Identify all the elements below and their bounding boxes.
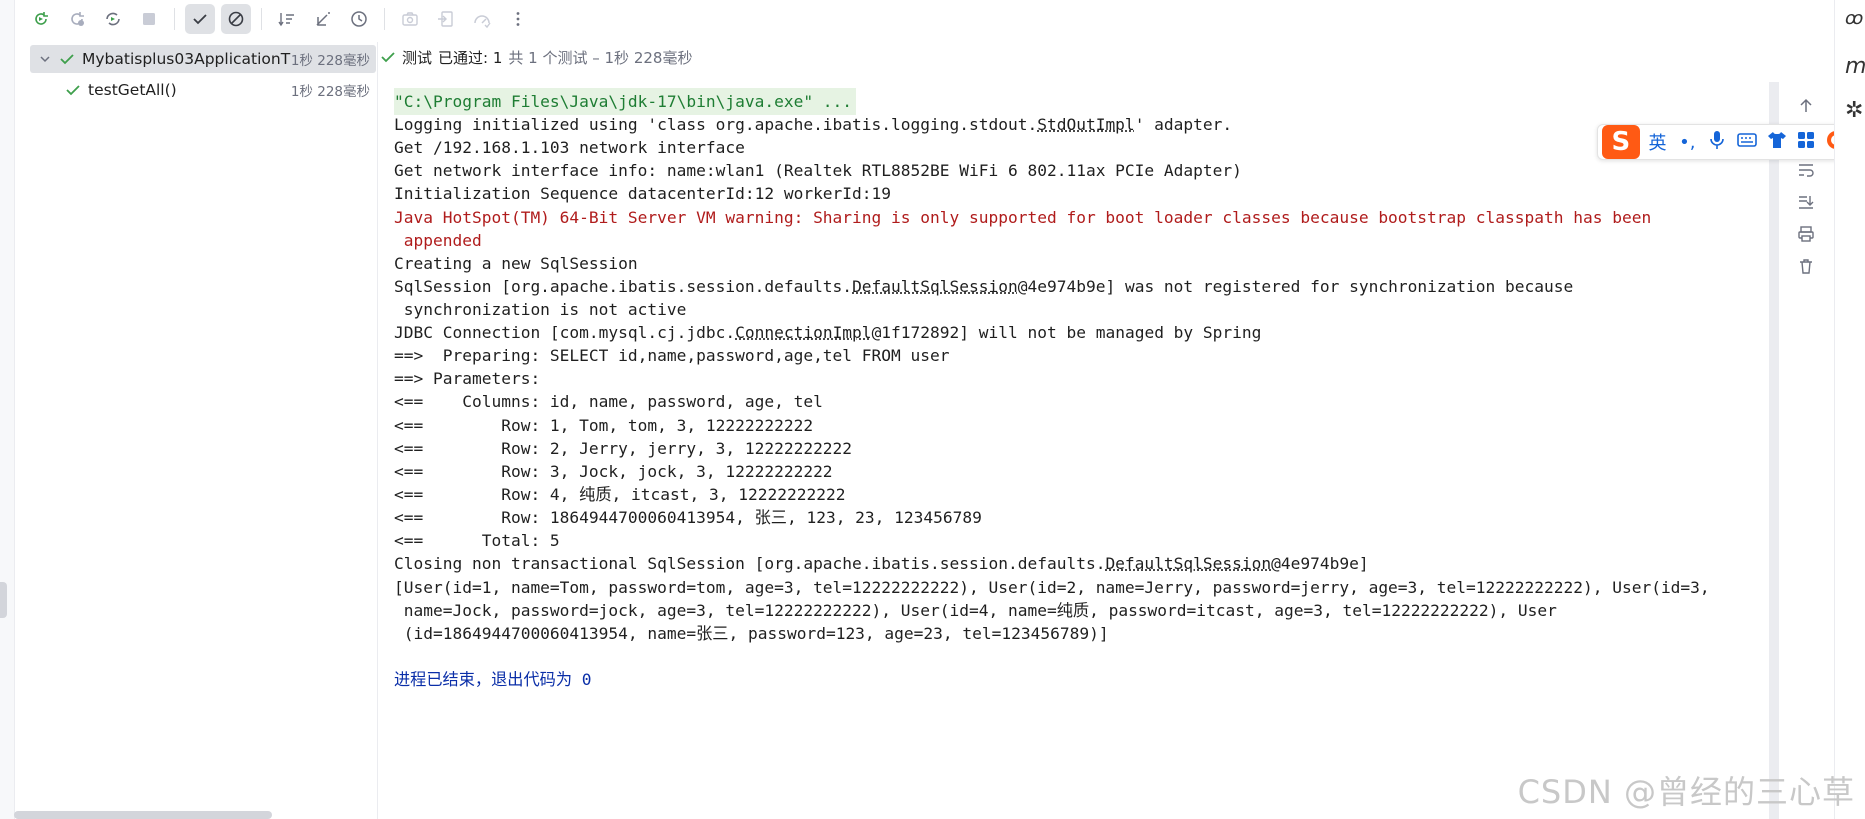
ime-language-toggle[interactable]: 英 [1646,129,1670,155]
microphone-icon[interactable] [1705,130,1729,155]
test-status-bar: 测试 已通过: 1 共 1 个测试 – 1秒 228毫秒 [380,44,692,70]
rerun-failed-icon[interactable] [62,4,92,34]
keyboard-icon[interactable] [1735,132,1759,153]
check-icon [64,82,82,98]
left-gutter [0,0,15,819]
toolbar-separator [174,8,175,30]
coverage-icon[interactable] [467,4,497,34]
arrow-up-icon[interactable] [1792,92,1820,120]
status-passed: 已通过: 1 [438,47,502,68]
status-prefix: 测试 [402,47,432,68]
tree-node-duration: 1秒 228毫秒 [291,49,370,69]
console-output[interactable]: "C:\Program Files\Java\jdk-17\bin\java.e… [380,80,1770,819]
toolbar-separator [384,8,385,30]
console-line-exit: 进程已结束，退出代码为 0 [394,666,592,693]
console-line: <== Columns: id, name, password, age, te… [394,388,823,415]
toggle-auto-test-icon[interactable] [98,4,128,34]
toolbar-separator [261,8,262,30]
ime-punctuation-icon[interactable]: •, [1675,132,1699,153]
chevron-down-icon[interactable] [36,53,54,65]
ime-logo[interactable]: S [1602,125,1640,159]
gutter-grip[interactable] [0,582,7,618]
console-line: (id=1864944700060413954, name=张三, passwo… [394,620,1109,647]
scroll-to-end-icon[interactable] [1792,188,1820,216]
sort-duration-icon[interactable] [308,4,338,34]
show-passed-icon[interactable] [185,4,215,34]
check-icon [380,49,396,65]
watermark: CSDN @曾经的三心草 [1518,767,1855,813]
console-line: Initialization Sequence datacenterId:12 … [394,180,891,207]
skin-icon[interactable] [1765,131,1789,154]
sort-alpha-icon[interactable] [272,4,302,34]
tree-node-test-method[interactable]: testGetAll() 1秒 228毫秒 [30,76,376,104]
import-tests-icon[interactable] [431,4,461,34]
status-summary: 共 1 个测试 – 1秒 228毫秒 [508,47,692,68]
tree-node-duration: 1秒 228毫秒 [291,80,370,100]
notification-icon[interactable]: ꝏ [1845,8,1863,29]
stop-icon[interactable] [134,4,164,34]
console-line: Closing non transactional SqlSession [or… [394,550,1369,577]
test-runner-toolbar [14,0,1834,38]
tree-horizontal-scrollbar[interactable] [14,811,272,819]
tree-node-label: Mybatisplus03ApplicationT [82,50,291,68]
screenshot-icon[interactable] [395,4,425,34]
plugin-m-icon[interactable]: m [1845,54,1865,79]
more-icon[interactable] [503,4,533,34]
tree-node-label: testGetAll() [88,81,291,99]
console-line-warning: Java HotSpot(TM) 64-Bit Server VM warnin… [394,204,1651,231]
toolbox-icon[interactable] [1794,131,1818,154]
print-icon[interactable] [1792,220,1820,248]
check-icon [58,51,76,67]
ai-assistant-icon[interactable]: ✲ [1845,98,1863,123]
rerun-icon[interactable] [26,4,56,34]
tree-node-test-class[interactable]: Mybatisplus03ApplicationT 1秒 228毫秒 [30,45,376,73]
test-tree-panel: Mybatisplus03ApplicationT 1秒 228毫秒 testG… [14,42,378,819]
right-tool-strip: ꝏ m ✲ [1834,0,1865,819]
console-side-toolbar [1778,90,1834,290]
show-ignored-icon[interactable] [221,4,251,34]
soft-wrap-icon[interactable] [1792,156,1820,184]
clear-all-icon[interactable] [1792,252,1820,280]
test-history-icon[interactable] [344,4,374,34]
input-method-toolbar: S 英 •, [1597,124,1849,160]
